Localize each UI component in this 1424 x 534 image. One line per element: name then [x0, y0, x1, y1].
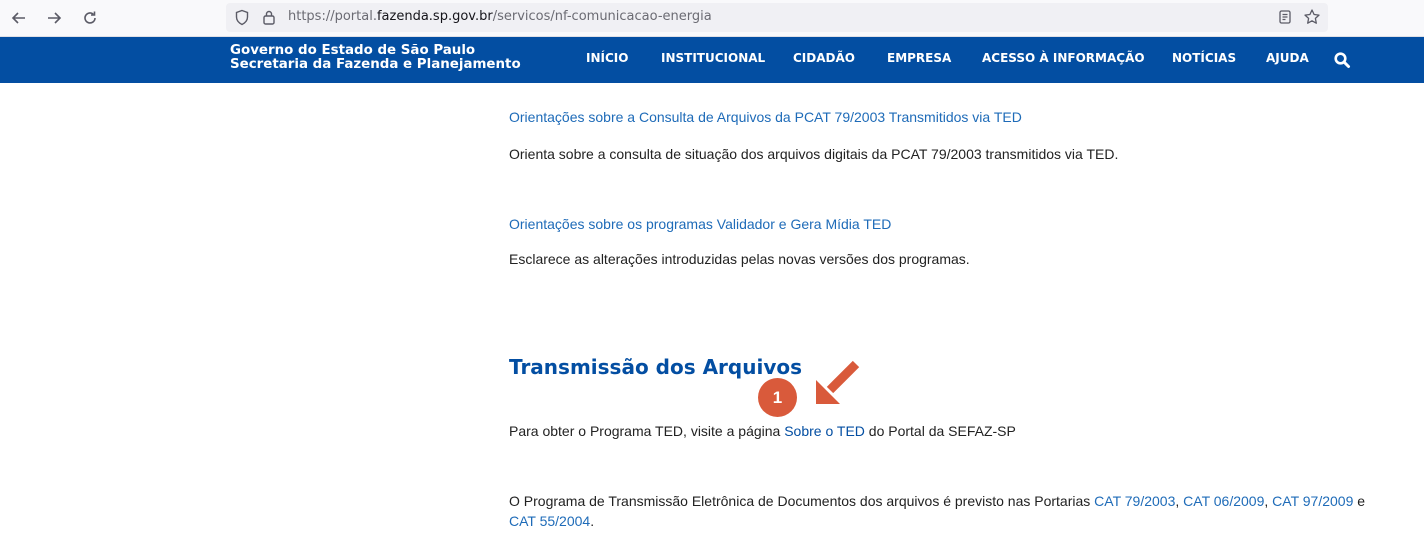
paragraph-obter-programa: Para obter o Programa TED, visite a pági…: [509, 423, 1016, 439]
site-logo[interactable]: Governo do Estado de São Paulo Secretari…: [230, 44, 521, 72]
address-bar[interactable]: https://portal.fazenda.sp.gov.br/servico…: [226, 3, 1328, 32]
lock-icon[interactable]: [262, 9, 276, 30]
url-domain: fazenda.sp.gov.br: [376, 9, 493, 24]
nav-item-cidadao[interactable]: CIDADÃO: [793, 51, 855, 65]
pointer-arrow-icon: [816, 360, 860, 404]
paragraph-text: do Portal da SEFAZ-SP: [864, 423, 1016, 439]
nav-item-institucional[interactable]: INSTITUCIONAL: [661, 51, 765, 65]
nav-item-inicio[interactable]: INÍCIO: [586, 51, 628, 65]
step-number-badge: 1: [758, 378, 797, 417]
search-icon[interactable]: [1333, 51, 1351, 69]
browser-toolbar: https://portal.fazenda.sp.gov.br/servico…: [0, 0, 1424, 37]
paragraph-text: O Programa de Transmissão Eletrônica de …: [509, 493, 1095, 509]
shield-icon[interactable]: [234, 9, 250, 31]
item-description: Esclarece as alterações introduzidas pel…: [509, 251, 970, 267]
item-description: Orienta sobre a consulta de situação dos…: [509, 146, 1119, 162]
paragraph-portarias: O Programa de Transmissão Eletrônica de …: [509, 493, 1365, 509]
nav-item-ajuda[interactable]: AJUDA: [1266, 51, 1309, 65]
brand-line-1: Governo do Estado de São Paulo: [230, 43, 476, 58]
bookmark-star-icon[interactable]: [1303, 8, 1321, 31]
item-link-consulta-arquivos[interactable]: Orientações sobre a Consulta de Arquivos…: [509, 109, 1022, 125]
reload-icon[interactable]: [78, 7, 102, 29]
forward-icon[interactable]: [42, 7, 66, 29]
nav-item-noticias[interactable]: NOTÍCIAS: [1172, 51, 1236, 65]
cat-79-2003-link[interactable]: CAT 79/2003: [1094, 493, 1175, 509]
site-header: Governo do Estado de São Paulo Secretari…: [0, 37, 1424, 83]
separator: .: [590, 513, 595, 529]
separator: e: [1353, 493, 1366, 509]
url-path: /servicos/nf-comunicacao-energia: [492, 9, 712, 24]
separator: ,: [1264, 493, 1273, 509]
nav-item-empresa[interactable]: EMPRESA: [887, 51, 951, 65]
paragraph-portarias-continued: CAT 55/2004.: [509, 513, 594, 529]
separator: ,: [1175, 493, 1184, 509]
brand-line-2: Secretaria da Fazenda e Planejamento: [230, 57, 521, 72]
paragraph-text: Para obter o Programa TED, visite a pági…: [509, 423, 785, 439]
url-text[interactable]: https://portal.fazenda.sp.gov.br/servico…: [288, 9, 712, 24]
cat-06-2009-link[interactable]: CAT 06/2009: [1183, 493, 1264, 509]
reader-view-icon[interactable]: [1277, 9, 1293, 30]
cat-97-2009-link[interactable]: CAT 97/2009: [1272, 493, 1353, 509]
back-icon[interactable]: [7, 7, 31, 29]
nav-item-acesso-informacao[interactable]: ACESSO À INFORMAÇÃO: [982, 51, 1145, 65]
cat-55-2004-link[interactable]: CAT 55/2004: [509, 513, 590, 529]
url-prefix: https://portal.: [288, 9, 377, 24]
section-title: Transmissão dos Arquivos: [509, 355, 803, 379]
item-link-validador-gera-midia[interactable]: Orientações sobre os programas Validador…: [509, 216, 891, 232]
sobre-o-ted-link[interactable]: Sobre o TED: [784, 423, 865, 439]
